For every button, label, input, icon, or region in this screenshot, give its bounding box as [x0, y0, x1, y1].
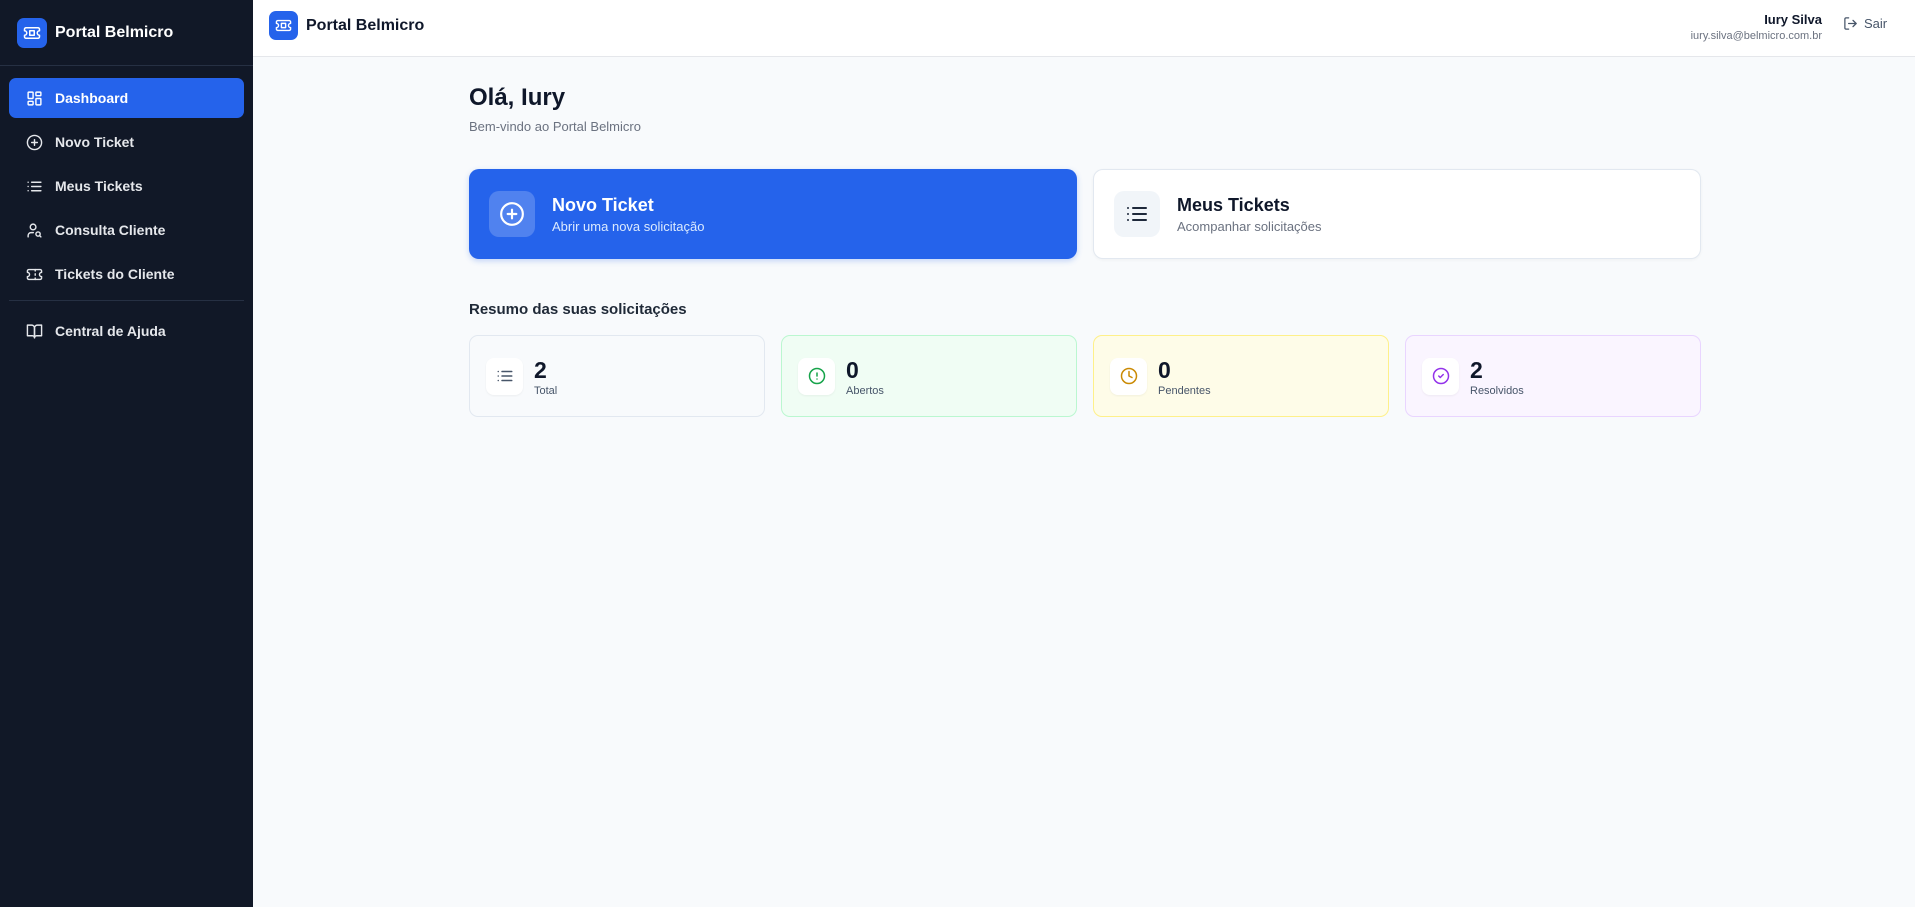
logout-icon	[1844, 17, 1857, 30]
sidebar-brand[interactable]: Portal Belmicro	[0, 0, 253, 66]
sidebar-item-meus-tickets[interactable]: Meus Tickets	[9, 166, 244, 206]
header-brand-name: Portal Belmicro	[306, 16, 425, 34]
stat-card-total[interactable]: 2 Total	[469, 335, 765, 417]
ticket-logo-icon	[17, 17, 47, 48]
sidebar-item-tickets-do-cliente[interactable]: Tickets do Cliente	[9, 254, 244, 294]
user-search-icon	[27, 222, 42, 238]
sidebar-item-label: Novo Ticket	[55, 134, 135, 150]
sidebar-item-label: Consulta Cliente	[55, 222, 166, 238]
sidebar-brand-name: Portal Belmicro	[55, 23, 174, 41]
list-icon	[27, 181, 42, 191]
sidebar-item-label: Dashboard	[55, 90, 129, 106]
sidebar-item-dashboard[interactable]: Dashboard	[9, 78, 244, 118]
sidebar-divider	[9, 300, 244, 301]
sidebar-item-label: Meus Tickets	[55, 178, 143, 194]
header-brand[interactable]: Portal Belmicro	[269, 11, 424, 40]
alert-circle-icon	[798, 357, 835, 395]
stat-value: 2	[1470, 357, 1483, 383]
dashboard-icon	[27, 90, 42, 106]
action-card-title: Novo Ticket	[552, 195, 654, 215]
stat-label: Resolvidos	[1470, 385, 1524, 397]
stat-card-abertos[interactable]: 0 Abertos	[781, 335, 1077, 417]
sidebar: Portal Belmicro Dashboard Novo Ticket Me…	[0, 0, 253, 907]
user-info: Iury Silva iury.silva@belmicro.com.br	[1691, 12, 1822, 43]
sidebar-item-label: Central de Ajuda	[55, 323, 166, 339]
logout-button[interactable]: Sair	[1843, 16, 1887, 31]
book-icon	[26, 323, 43, 339]
action-card-subtitle: Abrir uma nova solicitação	[552, 219, 705, 234]
top-header: Portal Belmicro Iury Silva iury.silva@be…	[253, 0, 1915, 57]
user-email: iury.silva@belmicro.com.br	[1690, 30, 1822, 42]
sidebar-nav: Dashboard Novo Ticket Meus Tickets Consu…	[0, 66, 253, 351]
stat-label: Abertos	[846, 385, 884, 397]
stat-card-resolvidos[interactable]: 2 Resolvidos	[1405, 335, 1701, 417]
sidebar-item-consulta-cliente[interactable]: Consulta Cliente	[9, 210, 244, 250]
page-title: Olá, Iury	[469, 84, 566, 111]
clock-icon	[1110, 357, 1147, 395]
logout-label: Sair	[1864, 16, 1888, 31]
sidebar-item-label: Tickets do Cliente	[55, 266, 175, 282]
stat-value: 2	[534, 357, 547, 383]
plus-circle-icon	[26, 134, 43, 150]
ticket-icon	[26, 268, 43, 280]
list-icon	[486, 357, 523, 395]
summary-title: Resumo das suas solicitações	[469, 301, 687, 318]
action-card-subtitle: Acompanhar solicitações	[1177, 219, 1322, 234]
stat-value: 0	[846, 357, 859, 383]
user-name: Iury Silva	[1764, 12, 1822, 27]
stat-label: Total	[534, 385, 558, 397]
action-card-title: Meus Tickets	[1177, 195, 1290, 215]
welcome-text: Bem-vindo ao Portal Belmicro	[469, 119, 641, 134]
new-ticket-card[interactable]: Novo Ticket Abrir uma nova solicitação	[469, 169, 1077, 259]
my-tickets-card[interactable]: Meus Tickets Acompanhar solicitações	[1093, 169, 1701, 259]
sidebar-item-central-de-ajuda[interactable]: Central de Ajuda	[9, 311, 244, 351]
stat-card-pendentes[interactable]: 0 Pendentes	[1093, 335, 1389, 417]
ticket-logo-icon	[269, 11, 298, 40]
stat-label: Pendentes	[1158, 385, 1211, 397]
plus-circle-icon	[489, 191, 535, 237]
sidebar-item-novo-ticket[interactable]: Novo Ticket	[9, 122, 244, 162]
check-circle-icon	[1422, 357, 1459, 395]
stat-value: 0	[1158, 357, 1171, 383]
list-icon	[1114, 191, 1160, 237]
